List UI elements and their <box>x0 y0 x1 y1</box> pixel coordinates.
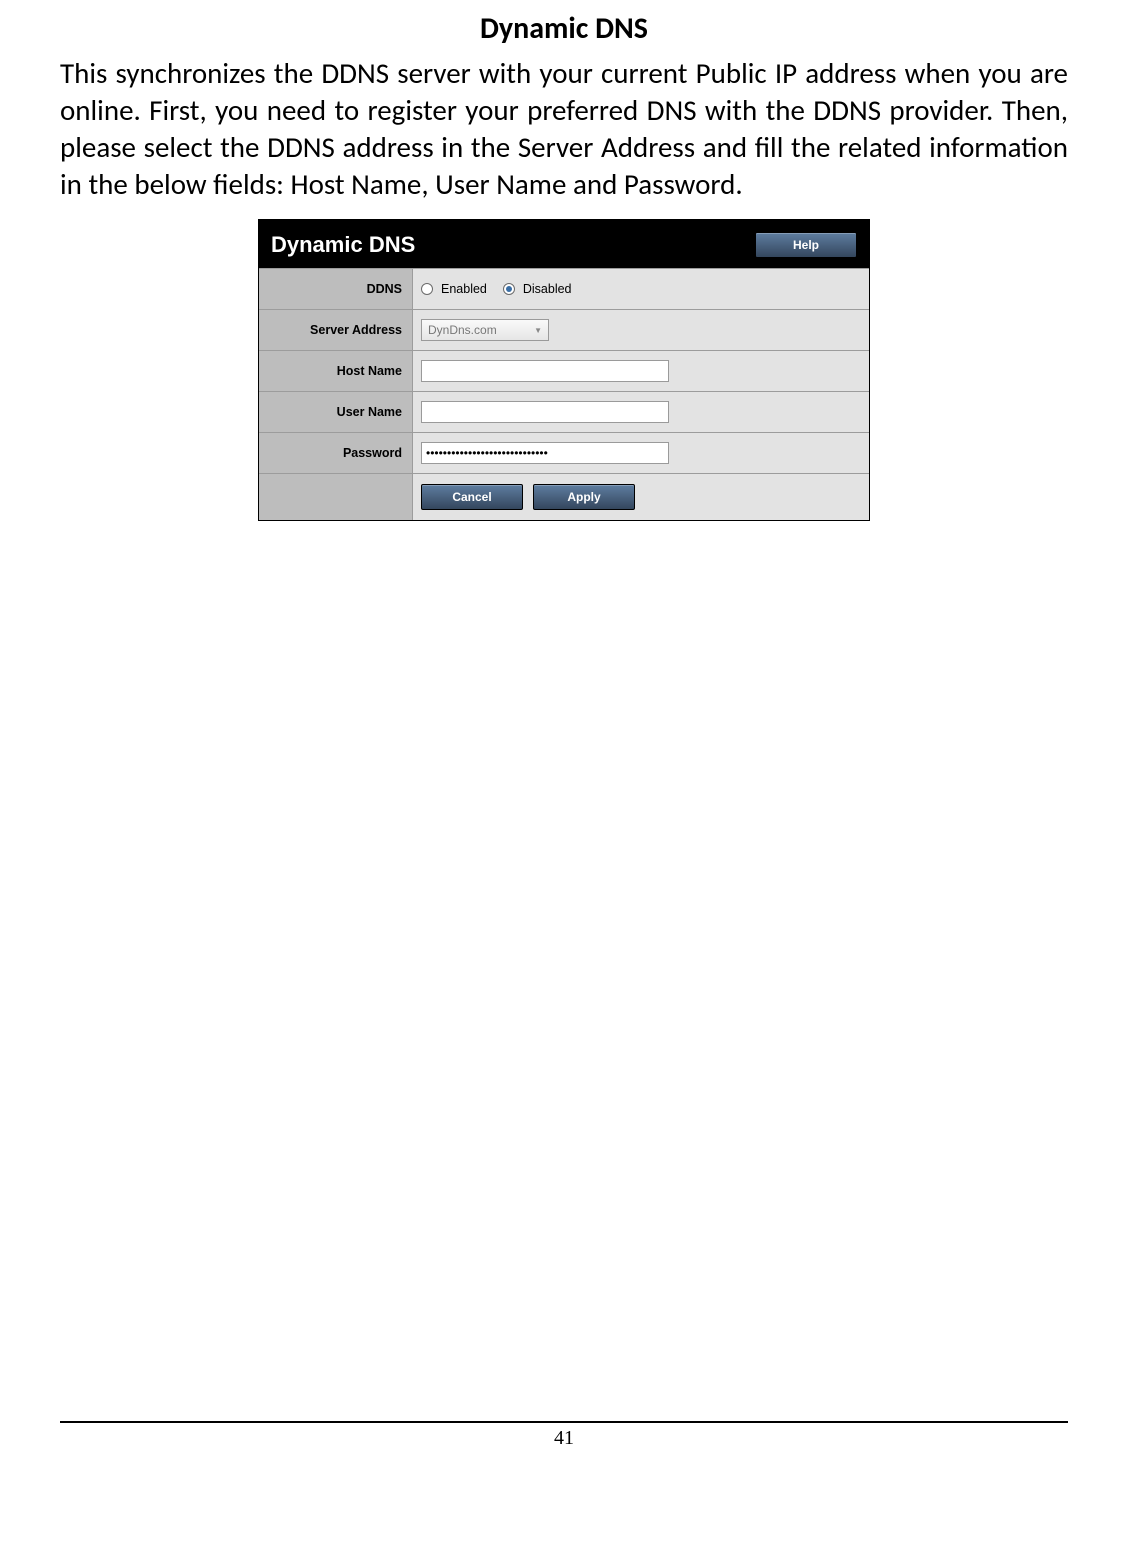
ddns-disabled-label: Disabled <box>523 282 572 296</box>
row-user-name: User Name <box>259 391 869 432</box>
settings-panel: Dynamic DNS Help DDNS Enabled Disabled S… <box>258 219 870 521</box>
server-address-selected: DynDns.com <box>428 323 497 337</box>
panel-title: Dynamic DNS <box>271 232 415 258</box>
ddns-value-cell: Enabled Disabled <box>413 269 869 309</box>
host-name-value-cell <box>413 351 869 391</box>
page-body-text: This synchronizes the DDNS server with y… <box>60 55 1068 203</box>
user-name-label: User Name <box>259 392 413 432</box>
password-label: Password <box>259 433 413 473</box>
password-input[interactable] <box>421 442 669 464</box>
user-name-value-cell <box>413 392 869 432</box>
row-buttons: Cancel Apply <box>259 473 869 520</box>
user-name-input[interactable] <box>421 401 669 423</box>
row-host-name: Host Name <box>259 350 869 391</box>
ddns-label: DDNS <box>259 269 413 309</box>
server-address-label: Server Address <box>259 310 413 350</box>
host-name-label: Host Name <box>259 351 413 391</box>
chevron-down-icon: ▼ <box>534 326 542 335</box>
row-password: Password <box>259 432 869 473</box>
buttons-value-cell: Cancel Apply <box>413 474 869 520</box>
panel-header: Dynamic DNS Help <box>259 220 869 268</box>
cancel-button[interactable]: Cancel <box>421 484 523 510</box>
ddns-enabled-label: Enabled <box>441 282 487 296</box>
page-footer: 41 <box>60 1421 1068 1450</box>
row-ddns: DDNS Enabled Disabled <box>259 268 869 309</box>
page-number: 41 <box>554 1427 574 1449</box>
row-server-address: Server Address DynDns.com ▼ <box>259 309 869 350</box>
host-name-input[interactable] <box>421 360 669 382</box>
help-button[interactable]: Help <box>755 232 857 258</box>
buttons-label-cell <box>259 474 413 520</box>
ddns-disabled-radio[interactable] <box>503 283 515 295</box>
password-value-cell <box>413 433 869 473</box>
apply-button[interactable]: Apply <box>533 484 635 510</box>
server-address-select[interactable]: DynDns.com ▼ <box>421 319 549 341</box>
page-title: Dynamic DNS <box>60 10 1068 47</box>
server-address-value-cell: DynDns.com ▼ <box>413 310 869 350</box>
ddns-enabled-radio[interactable] <box>421 283 433 295</box>
